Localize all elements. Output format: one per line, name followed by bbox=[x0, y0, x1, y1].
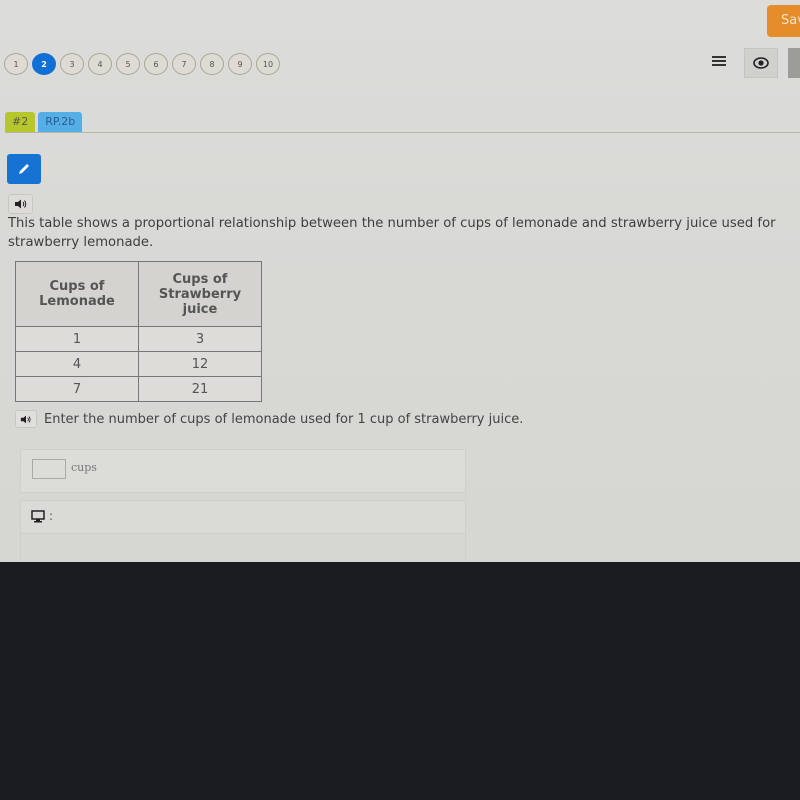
lower-panel bbox=[20, 534, 466, 562]
question-nav-4[interactable]: 4 bbox=[88, 53, 112, 75]
question-nav-8[interactable]: 8 bbox=[200, 53, 224, 75]
question-nav-3[interactable]: 3 bbox=[60, 53, 84, 75]
sub-question-text: Enter the number of cups of lemonade use… bbox=[44, 411, 524, 427]
pencil-icon bbox=[19, 164, 29, 174]
audio-button[interactable] bbox=[8, 194, 33, 214]
monitor-icon[interactable] bbox=[31, 510, 45, 523]
table-header-row: Cups of Lemonade Cups of Strawberry juic… bbox=[15, 261, 262, 327]
list-icon[interactable] bbox=[712, 56, 726, 70]
question-prompt: This table shows a proportional relation… bbox=[8, 216, 776, 250]
table-row: 1 3 bbox=[15, 326, 262, 352]
question-tags: #2 RP.2b bbox=[5, 112, 83, 132]
eye-icon bbox=[753, 57, 769, 69]
calculator-label: : bbox=[49, 509, 54, 523]
question-nav-5[interactable]: 5 bbox=[116, 53, 140, 75]
pencil-button[interactable] bbox=[7, 154, 41, 184]
answer-panel: cups bbox=[20, 449, 466, 493]
save-button[interactable]: Save bbox=[767, 5, 800, 37]
standard-tag[interactable]: RP.2b bbox=[38, 112, 83, 132]
question-number-tag: #2 bbox=[5, 112, 36, 132]
table-row: 7 21 bbox=[15, 376, 262, 402]
table-cell: 12 bbox=[138, 351, 262, 377]
question-nav-6[interactable]: 6 bbox=[144, 53, 168, 75]
table-cell: 21 bbox=[138, 376, 262, 402]
speaker-icon bbox=[20, 415, 31, 423]
list-icon-line bbox=[712, 60, 726, 62]
divider bbox=[5, 132, 800, 133]
table-row: 4 12 bbox=[15, 351, 262, 377]
table-cell: 7 bbox=[15, 376, 139, 402]
sub-question-audio-button[interactable] bbox=[15, 410, 37, 428]
table-cell: 3 bbox=[138, 326, 262, 352]
table-cell: 1 bbox=[15, 326, 139, 352]
answer-unit-label: cups bbox=[71, 461, 97, 474]
header-cups-of-strawberry-juice: Cups of Strawberry juice bbox=[138, 261, 262, 327]
sub-question: Enter the number of cups of lemonade use… bbox=[15, 410, 523, 428]
question-nav-2[interactable]: 2 bbox=[32, 53, 56, 75]
side-panel-button[interactable] bbox=[788, 48, 800, 78]
question-navigation: 1 2 3 4 5 6 7 8 9 10 bbox=[4, 53, 280, 75]
list-icon-line bbox=[712, 56, 726, 58]
question-nav-1[interactable]: 1 bbox=[4, 53, 28, 75]
answer-input[interactable] bbox=[32, 459, 66, 479]
proportion-table: Cups of Lemonade Cups of Strawberry juic… bbox=[15, 261, 262, 402]
table-cell: 4 bbox=[15, 351, 139, 377]
top-bar: Save bbox=[0, 0, 800, 44]
question-nav-9[interactable]: 9 bbox=[228, 53, 252, 75]
question-nav-7[interactable]: 7 bbox=[172, 53, 196, 75]
list-icon-line bbox=[712, 64, 726, 66]
question-nav-10[interactable]: 10 bbox=[256, 53, 280, 75]
eye-button[interactable] bbox=[744, 48, 778, 78]
header-cups-of-lemonade: Cups of Lemonade bbox=[15, 261, 139, 327]
speaker-icon bbox=[14, 199, 26, 209]
browser-screen: Save 1 2 3 4 5 6 7 8 9 10 #2 RP.2b bbox=[0, 0, 800, 562]
calculator-panel: : bbox=[20, 500, 466, 534]
